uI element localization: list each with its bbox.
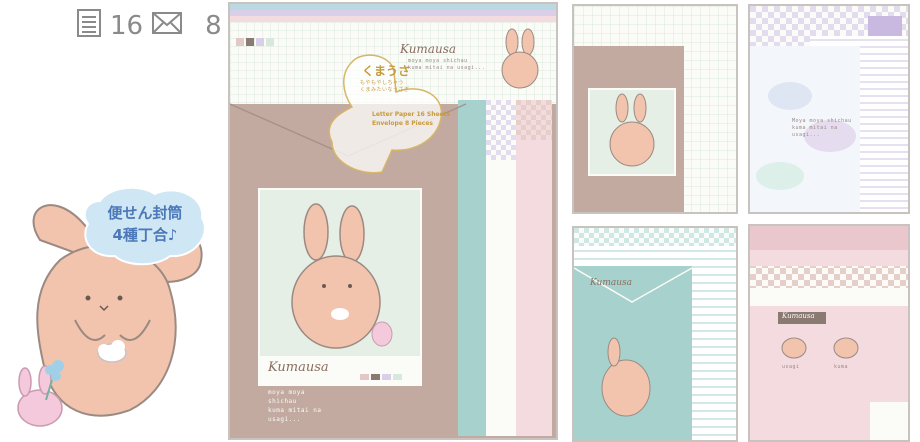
variant4-caption-kuma: kuma bbox=[834, 364, 849, 370]
speech-bubble: 便せん封筒 4種丁合♪ bbox=[80, 186, 210, 266]
envelope-icon bbox=[151, 11, 183, 42]
variant-mocha bbox=[572, 4, 738, 214]
sticker-letter-line: Letter Paper 16 Sheets bbox=[372, 111, 451, 118]
variant3-brand: Kumausa bbox=[590, 278, 633, 288]
card-insert bbox=[258, 188, 422, 368]
top-bunny-illustration bbox=[501, 28, 539, 89]
main-package: Kumausa moya moya shichau kuma mitai na … bbox=[228, 2, 558, 440]
letter-sheet-icon bbox=[76, 8, 102, 45]
variant4-label: Kumausa bbox=[782, 312, 815, 320]
bubble-line-1: 便せん封筒 bbox=[107, 204, 183, 222]
sticker-title: くまうさ bbox=[362, 64, 411, 78]
sitting-bunny-illustration bbox=[291, 203, 393, 349]
lavender-sheet bbox=[486, 100, 516, 436]
variant-mint: Kumausa bbox=[572, 226, 738, 442]
sticker-envelope-line: Envelope 8 Pieces bbox=[372, 120, 433, 127]
variant2-tagline: Moya moya shichau kuma mitai na usagi... bbox=[792, 118, 852, 138]
sticker-sub-2: くまみたいなうさぎ bbox=[360, 87, 410, 93]
bubble-line-2: 4種丁合♪ bbox=[112, 226, 178, 244]
envelope-count: 8 bbox=[205, 11, 222, 41]
contents-count: 16 8 bbox=[76, 8, 222, 44]
card-brand: Kumausa bbox=[268, 360, 329, 375]
letter-count: 16 bbox=[110, 11, 144, 41]
variant4-caption-usagi: usagi bbox=[782, 364, 800, 370]
sticker-sub-1: もやもやしちゃう bbox=[360, 80, 405, 86]
card-tagline: moya moya shichau kuma mitai na usagi... bbox=[268, 389, 322, 423]
variant-pink: Kumausa usagi kuma bbox=[748, 224, 910, 442]
foil-sticker: くまうさ もやもやしちゃう くまみたいなうさぎ Letter Paper 16 … bbox=[322, 52, 454, 176]
pink-sheet bbox=[516, 100, 552, 436]
variant-lavender: Moya moya shichau kuma mitai na usagi... bbox=[748, 4, 910, 214]
variant-bunny-illustration bbox=[609, 93, 655, 167]
